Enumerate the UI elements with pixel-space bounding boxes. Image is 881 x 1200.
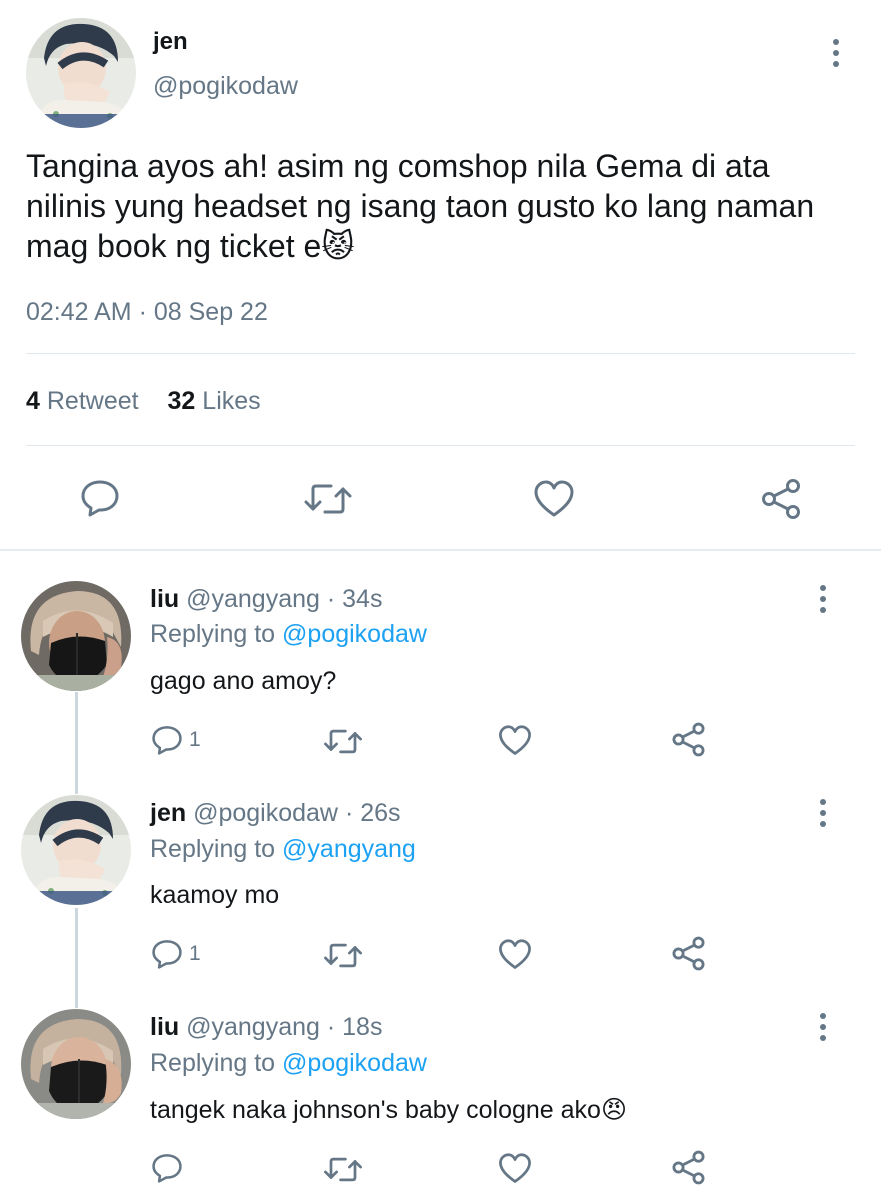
replying-to-handle[interactable]: @pogikodaw	[282, 1049, 427, 1077]
reply-author-handle[interactable]: @pogikodaw	[193, 799, 338, 827]
retweet-button[interactable]	[323, 727, 363, 756]
angry-face-emoji: 😠	[600, 1096, 628, 1124]
divider	[26, 353, 855, 354]
speech-bubble-icon	[152, 726, 182, 755]
retweet-label: Retweet	[46, 387, 139, 415]
reply-author-handle[interactable]: @yangyang	[186, 1013, 320, 1041]
reply-button[interactable]	[80, 479, 120, 517]
heart-outline-icon	[499, 939, 531, 969]
reply-header: jen @pogikodaw · 26s	[150, 799, 401, 828]
avatar-liu[interactable]	[21, 1009, 131, 1119]
avatar-jen[interactable]	[26, 18, 136, 128]
like-button[interactable]	[498, 725, 532, 756]
share-nodes-icon	[672, 1150, 705, 1185]
divider	[26, 445, 855, 446]
tweet-text: Tangina ayos ah! asim ng comshop nila Ge…	[26, 146, 846, 266]
heart-outline-icon	[499, 1153, 531, 1183]
retweet-arrows-icon	[304, 484, 352, 514]
author-handle[interactable]: @pogikodaw	[153, 72, 298, 101]
avatar-jen[interactable]	[21, 795, 131, 905]
likes-stat[interactable]: 32 Likes	[168, 387, 261, 415]
more-options-icon[interactable]	[813, 793, 833, 833]
speech-bubble-icon	[81, 480, 119, 517]
share-nodes-icon	[672, 936, 705, 971]
reply-age: · 26s	[338, 799, 401, 827]
reply-button[interactable]: 1	[151, 939, 201, 969]
replying-to: Replying to @yangyang	[150, 835, 416, 864]
share-nodes-icon	[762, 479, 800, 519]
share-button[interactable]	[760, 478, 802, 520]
tweet-timestamp: 02:42 AM · 08 Sep 22	[26, 298, 268, 327]
reply-author-name[interactable]: liu	[150, 1013, 179, 1041]
reply-count: 1	[189, 942, 201, 965]
replying-to-label: Replying to	[150, 620, 276, 648]
reply-text-body: kaamoy mo	[150, 881, 280, 909]
heart-outline-icon	[499, 725, 531, 755]
more-options-icon[interactable]	[813, 579, 833, 619]
likes-count: 32	[167, 387, 196, 415]
author-name[interactable]: jen	[153, 28, 188, 56]
replying-to-label: Replying to	[150, 1049, 276, 1077]
reply-text: kaamoy mo	[150, 881, 279, 910]
reply-text-body: gago ano amoy?	[150, 667, 337, 695]
thread-line	[75, 692, 78, 794]
like-button[interactable]	[533, 480, 575, 518]
tweet-time: 02:42 AM	[26, 298, 132, 326]
heart-outline-icon	[534, 480, 574, 517]
speech-bubble-icon	[152, 940, 182, 969]
retweet-button[interactable]	[303, 481, 353, 517]
more-options-icon[interactable]	[813, 1007, 833, 1047]
reply-age: · 18s	[319, 1013, 383, 1041]
reply-button[interactable]	[151, 1153, 189, 1183]
tweet-date: 08 Sep 22	[153, 298, 268, 326]
share-button[interactable]	[671, 936, 706, 971]
retweet-button[interactable]	[323, 941, 363, 970]
more-options-icon[interactable]	[826, 33, 846, 73]
reply-age: · 34s	[319, 585, 383, 613]
reply-text: tangek naka johnson's baby cologne ako😠	[150, 1095, 627, 1125]
section-divider	[0, 549, 881, 551]
reply-author-handle[interactable]: @yangyang	[186, 585, 320, 613]
avatar-liu[interactable]	[21, 581, 131, 691]
replying-to-handle[interactable]: @yangyang	[282, 835, 416, 863]
replying-to-handle[interactable]: @pogikodaw	[282, 620, 427, 648]
retweet-arrows-icon	[324, 1157, 362, 1182]
like-button[interactable]	[498, 939, 532, 970]
speech-bubble-icon	[152, 1154, 182, 1183]
tweet-text-body: Tangina ayos ah! asim ng comshop nila Ge…	[26, 148, 815, 264]
share-button[interactable]	[671, 722, 706, 757]
tweet-stats: 4 Retweet 32 Likes	[26, 387, 261, 416]
reply-header: liu @yangyang · 34s	[150, 585, 382, 614]
reply-author-name[interactable]: jen	[150, 799, 186, 827]
reply-text: gago ano amoy?	[150, 667, 336, 696]
retweet-arrows-icon	[324, 729, 362, 754]
pouting-cat-emoji: 😾	[321, 228, 355, 264]
reply-author-name[interactable]: liu	[150, 585, 179, 613]
replying-to: Replying to @pogikodaw	[150, 620, 427, 649]
separator: ·	[131, 298, 154, 326]
reply-header: liu @yangyang · 18s	[150, 1013, 382, 1042]
reply-text-body: tangek naka johnson's baby cologne ako	[150, 1096, 601, 1124]
replying-to-label: Replying to	[150, 835, 276, 863]
retweet-button[interactable]	[323, 1155, 363, 1184]
share-nodes-icon	[672, 722, 705, 757]
like-button[interactable]	[498, 1153, 532, 1184]
thread-line	[75, 908, 78, 1008]
likes-label: Likes	[202, 387, 261, 415]
reply-button[interactable]: 1	[151, 725, 201, 755]
retweet-count: 4	[26, 387, 40, 415]
share-button[interactable]	[671, 1150, 706, 1185]
retweet-arrows-icon	[324, 943, 362, 968]
retweet-stat[interactable]: 4 Retweet	[26, 387, 146, 415]
reply-count: 1	[189, 728, 201, 751]
replying-to: Replying to @pogikodaw	[150, 1049, 427, 1078]
